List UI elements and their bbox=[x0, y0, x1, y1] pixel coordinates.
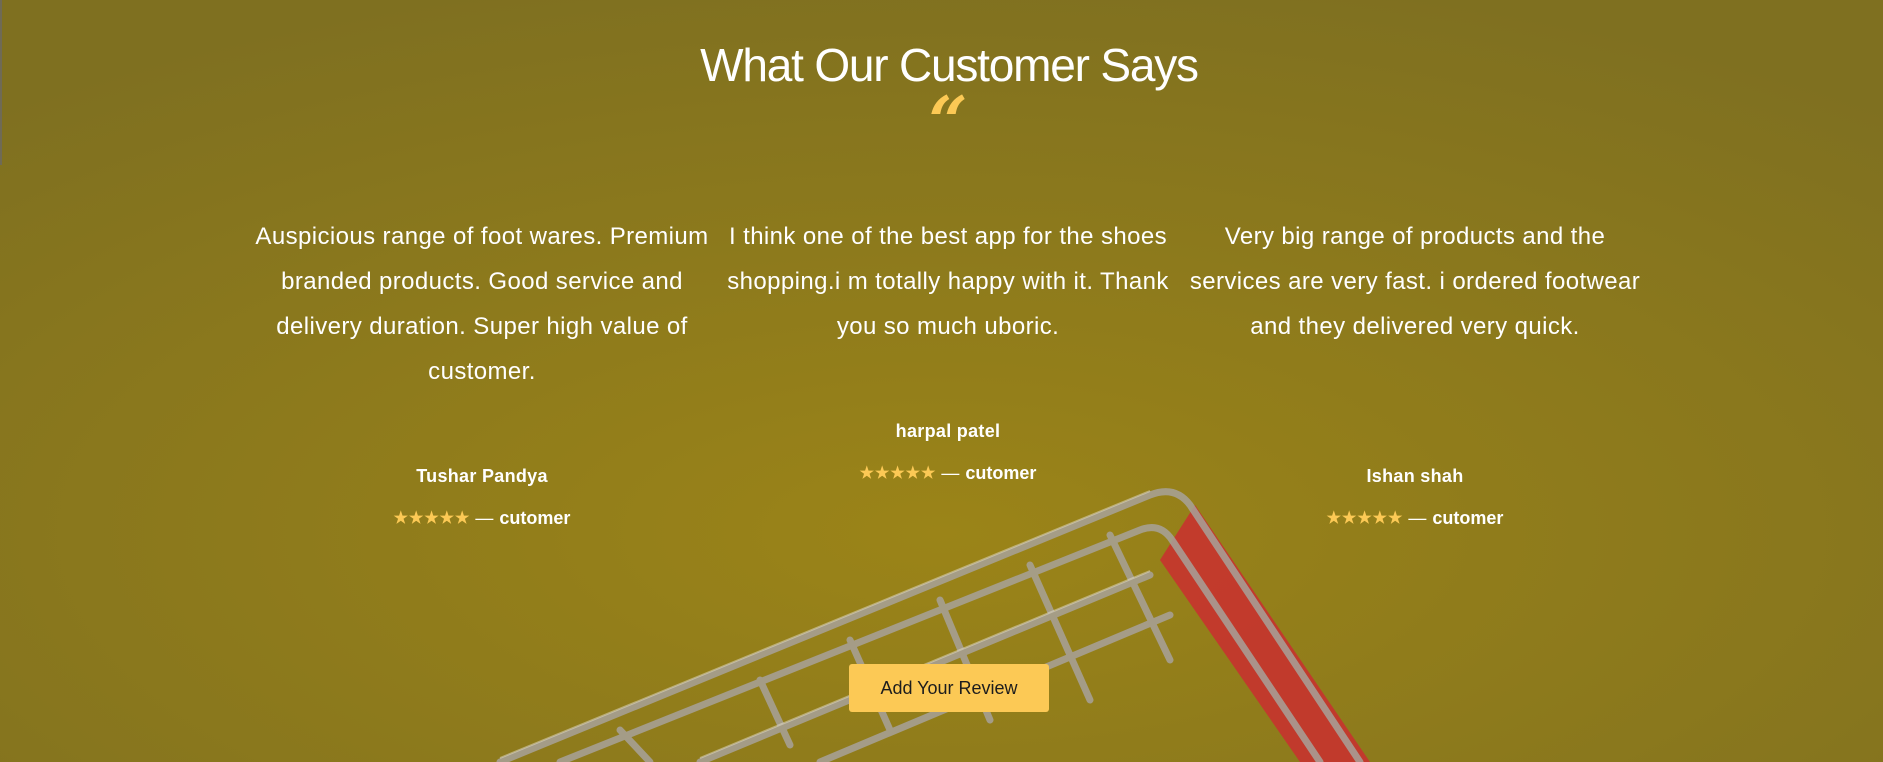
star-rating: ★ ★ ★ ★ ★ bbox=[1326, 509, 1403, 527]
quote-open-icon: “ bbox=[928, 82, 968, 162]
star-icon: ★ bbox=[1326, 509, 1341, 527]
star-rating: ★ ★ ★ ★ ★ bbox=[393, 509, 470, 527]
star-icon: ★ bbox=[439, 509, 454, 527]
star-icon: ★ bbox=[455, 509, 470, 527]
star-icon: ★ bbox=[874, 464, 890, 482]
reviewer-role: cutomer bbox=[1432, 508, 1504, 528]
star-icon: ★ bbox=[1388, 509, 1403, 527]
star-icon: ★ bbox=[424, 509, 439, 527]
star-icon: ★ bbox=[1357, 509, 1372, 527]
separator: — bbox=[941, 463, 960, 483]
star-icon: ★ bbox=[393, 509, 408, 527]
star-icon: ★ bbox=[859, 464, 874, 482]
star-icon: ★ bbox=[921, 464, 936, 482]
reviewer-name: harpal patel bbox=[895, 421, 1001, 441]
reviewer-role: cutomer bbox=[499, 508, 571, 528]
review-text: I think one of the best app for the shoe… bbox=[727, 223, 1169, 340]
reviewer-name: Ishan shah bbox=[1366, 466, 1464, 486]
reviewer-name: Tushar Pandya bbox=[416, 466, 548, 486]
star-icon: ★ bbox=[1341, 509, 1357, 527]
review-card: I think one of the best app for the shoe… bbox=[718, 214, 1178, 483]
star-icon: ★ bbox=[890, 464, 905, 482]
review-meta: ★ ★ ★ ★ ★ — cutomer bbox=[718, 463, 1178, 484]
review-meta: ★ ★ ★ ★ ★ — cutomer bbox=[1185, 508, 1645, 529]
review-card: Very big range of products and the servi… bbox=[1185, 214, 1645, 528]
review-meta: ★ ★ ★ ★ ★ — cutomer bbox=[252, 508, 712, 529]
star-icon: ★ bbox=[905, 464, 920, 482]
add-review-button[interactable]: Add Your Review bbox=[849, 664, 1049, 712]
star-rating: ★ ★ ★ ★ ★ bbox=[859, 464, 936, 482]
review-card: Auspicious range of foot wares. Premium … bbox=[252, 214, 712, 528]
star-icon: ★ bbox=[1372, 509, 1387, 527]
separator: — bbox=[1408, 508, 1427, 528]
star-icon: ★ bbox=[408, 509, 424, 527]
review-text: Auspicious range of foot wares. Premium … bbox=[255, 223, 709, 385]
review-text: Very big range of products and the servi… bbox=[1189, 223, 1641, 340]
reviewer-role: cutomer bbox=[965, 463, 1037, 483]
separator: — bbox=[475, 508, 494, 528]
